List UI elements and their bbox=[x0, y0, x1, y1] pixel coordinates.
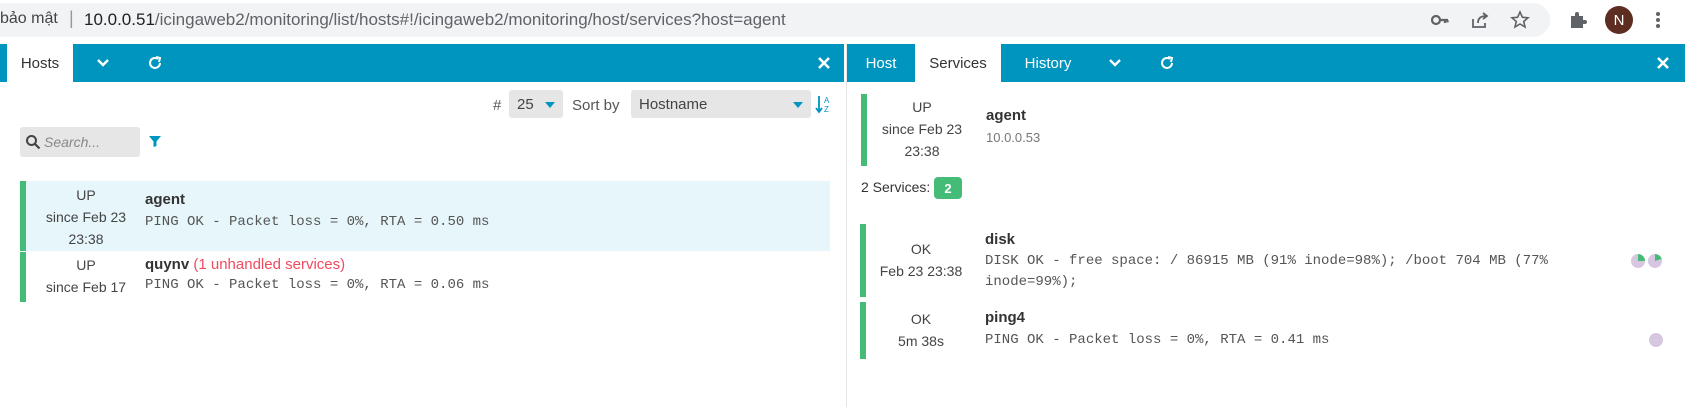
close-icon[interactable] bbox=[806, 44, 842, 82]
host-state-label: UP bbox=[76, 257, 96, 273]
hosts-tabbar: Hosts bbox=[0, 44, 844, 82]
host-state: UP since Feb 23 23:38 bbox=[867, 96, 977, 162]
chevron-down-icon[interactable] bbox=[85, 44, 121, 82]
tab-hosts[interactable]: Hosts bbox=[7, 44, 73, 82]
bookmark-star-icon[interactable] bbox=[1510, 10, 1530, 30]
key-icon[interactable] bbox=[1430, 10, 1450, 30]
limit-label: # bbox=[493, 97, 502, 114]
services-count-label: 2 Services: bbox=[861, 179, 931, 195]
tab-services[interactable]: Services bbox=[915, 44, 1001, 82]
unhandled-services-note[interactable]: (1 unhandled services) bbox=[193, 256, 345, 273]
host-address: 10.0.0.53 bbox=[986, 130, 1041, 145]
service-state: OK Feb 23 23:38 bbox=[866, 238, 976, 282]
security-indicator[interactable]: bảo mật bbox=[0, 10, 58, 28]
host-row-agent[interactable]: UP since Feb 23 23:38 agent PING OK - Pa… bbox=[20, 181, 830, 251]
host-name-line: quynv (1 unhandled services) bbox=[145, 256, 345, 273]
perfdata-pie-icon[interactable] bbox=[1631, 254, 1645, 268]
host-state-since: since Feb 23 bbox=[881, 121, 963, 137]
refresh-icon[interactable] bbox=[1149, 44, 1185, 82]
host-state-label: UP bbox=[76, 187, 96, 203]
share-icon[interactable] bbox=[1470, 10, 1490, 30]
svg-text:A: A bbox=[824, 96, 830, 105]
search-box[interactable] bbox=[20, 127, 140, 157]
service-plugin-output-line2: inode=99%); bbox=[985, 274, 1078, 290]
chevron-down-icon[interactable] bbox=[1097, 44, 1133, 82]
service-state-since: 5m 38s bbox=[898, 333, 944, 349]
profile-avatar[interactable]: N bbox=[1605, 6, 1633, 34]
tab-host[interactable]: Host bbox=[847, 44, 915, 82]
refresh-icon[interactable] bbox=[137, 44, 173, 82]
sort-label: Sort by bbox=[572, 97, 620, 114]
sort-direction-icon[interactable]: AZ bbox=[815, 94, 833, 119]
host-summary: UP since Feb 23 23:38 agent 10.0.0.53 bbox=[861, 94, 1671, 166]
service-plugin-output: PING OK - Packet loss = 0%, RTA = 0.41 m… bbox=[985, 332, 1330, 348]
host-state-time: 23:38 bbox=[68, 231, 104, 247]
hosts-panel: Hosts # 25 Sort by Hostname AZ UP since … bbox=[0, 44, 844, 407]
host-name-link[interactable]: agent bbox=[986, 107, 1026, 124]
limit-value: 25 bbox=[517, 95, 534, 113]
url-host: 10.0.0.51 bbox=[84, 10, 155, 29]
service-name-link[interactable]: disk bbox=[985, 231, 1015, 248]
detail-tabbar: Host Services History bbox=[847, 44, 1685, 82]
search-icon bbox=[26, 135, 41, 150]
svg-text:Z: Z bbox=[824, 105, 829, 114]
url-path: /icingaweb2/monitoring/list/hosts#!/icin… bbox=[154, 10, 786, 29]
address-separator: | bbox=[69, 8, 74, 28]
host-state: UP since Feb 17 bbox=[26, 254, 146, 298]
service-row-ping4[interactable]: OK 5m 38s ping4 PING OK - Packet loss = … bbox=[860, 302, 1670, 359]
host-state-since: since Feb 17 bbox=[45, 279, 127, 295]
sort-value: Hostname bbox=[639, 95, 708, 113]
host-plugin-output: PING OK - Packet loss = 0%, RTA = 0.50 m… bbox=[145, 214, 490, 230]
caret-down-icon bbox=[545, 102, 555, 108]
search-input[interactable] bbox=[44, 134, 134, 150]
service-name-link[interactable]: ping4 bbox=[985, 309, 1025, 326]
sort-select[interactable]: Hostname bbox=[631, 90, 811, 118]
browser-menu-icon[interactable] bbox=[1648, 10, 1668, 30]
service-state: OK 5m 38s bbox=[866, 308, 976, 352]
host-state-time: 23:38 bbox=[904, 143, 940, 159]
perfdata-pie-icon[interactable] bbox=[1648, 254, 1662, 268]
host-name-link[interactable]: quynv bbox=[145, 256, 189, 273]
services-ok-badge[interactable]: 2 bbox=[934, 177, 962, 199]
host-state-label: UP bbox=[912, 99, 932, 115]
service-row-disk[interactable]: OK Feb 23 23:38 disk DISK OK - free spac… bbox=[860, 224, 1670, 297]
host-row-quynv[interactable]: UP since Feb 17 quynv (1 unhandled servi… bbox=[20, 252, 830, 302]
caret-down-icon bbox=[793, 102, 803, 108]
url-text[interactable]: 10.0.0.51/icingaweb2/monitoring/list/hos… bbox=[84, 10, 786, 30]
close-icon[interactable] bbox=[1645, 44, 1681, 82]
service-state-since: Feb 23 23:38 bbox=[879, 263, 963, 279]
perfdata-pie-icon[interactable] bbox=[1649, 333, 1663, 347]
host-name-link[interactable]: agent bbox=[145, 191, 185, 208]
extensions-puzzle-icon[interactable] bbox=[1568, 10, 1588, 30]
service-state-label: OK bbox=[910, 311, 932, 327]
host-plugin-output: PING OK - Packet loss = 0%, RTA = 0.06 m… bbox=[145, 277, 490, 293]
host-state-since: since Feb 23 bbox=[45, 209, 127, 225]
limit-select[interactable]: 25 bbox=[509, 90, 563, 118]
filter-icon[interactable] bbox=[148, 134, 162, 153]
service-plugin-output-line1: DISK OK - free space: / 86915 MB (91% in… bbox=[985, 253, 1548, 269]
service-state-label: OK bbox=[910, 241, 932, 257]
tab-history[interactable]: History bbox=[1001, 44, 1095, 82]
browser-toolbar: bảo mật | 10.0.0.51/icingaweb2/monitorin… bbox=[0, 0, 1685, 40]
host-state: UP since Feb 23 23:38 bbox=[26, 184, 146, 250]
